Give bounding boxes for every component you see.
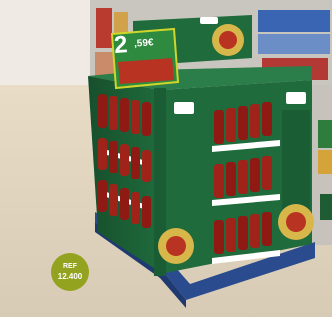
header-brand-label — [200, 17, 218, 24]
reference-code: 12.400 — [57, 272, 83, 281]
price-tag: 2 ,59€ — [111, 28, 177, 86]
price-big-digit: 2 — [113, 31, 128, 60]
bottles-left-face — [98, 94, 151, 228]
brand-label-left — [174, 102, 194, 114]
right-shelf-items — [318, 120, 332, 220]
reference-label: REF — [63, 263, 77, 270]
brand-label-right — [286, 92, 306, 104]
pasta-plate-graphic-right — [278, 110, 314, 240]
reference-badge: REF 12.400 — [51, 253, 89, 291]
bottles-right-face — [214, 102, 272, 254]
pasta-plate-graphic-left — [158, 228, 194, 264]
price-cents: ,59€ — [133, 37, 154, 50]
photo-scene: 2 ,59€ REF 12.400 — [0, 0, 332, 317]
